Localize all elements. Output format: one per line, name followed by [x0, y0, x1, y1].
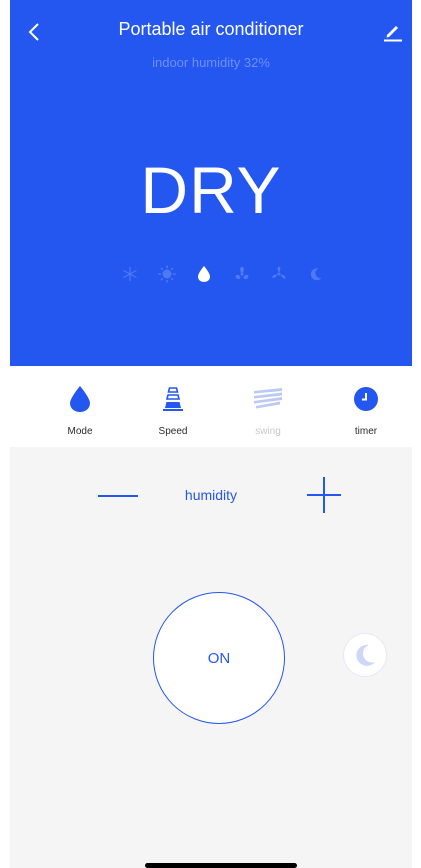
- snowflake-icon[interactable]: [118, 262, 142, 286]
- header-panel: Portable air conditioner indoor humidity…: [10, 0, 412, 366]
- swing-icon: [233, 384, 303, 414]
- speed-cone-icon: [138, 384, 208, 414]
- tab-swing-label: swing: [255, 426, 281, 437]
- sleep-mode-button[interactable]: [343, 633, 387, 677]
- mode-indicator-row: [118, 262, 328, 286]
- edit-pencil-icon[interactable]: [382, 20, 404, 42]
- indoor-humidity-text: indoor humidity 32%: [152, 55, 270, 70]
- water-drop-icon: [45, 384, 115, 414]
- function-tab-bar: Mode Speed swing timer: [10, 366, 412, 447]
- home-indicator: [145, 863, 297, 868]
- moon-icon: [356, 644, 375, 666]
- tab-swing[interactable]: swing: [233, 366, 303, 447]
- water-drop-icon[interactable]: [192, 262, 216, 286]
- tab-speed[interactable]: Speed: [138, 366, 208, 447]
- power-button[interactable]: ON: [153, 592, 285, 724]
- fan-blades-icon[interactable]: [267, 262, 291, 286]
- humidity-increase-button[interactable]: [304, 477, 344, 513]
- power-button-label: ON: [207, 649, 231, 667]
- sun-icon[interactable]: [155, 262, 179, 286]
- page-title: Portable air conditioner: [118, 19, 304, 39]
- current-mode-display: DRY: [140, 153, 282, 227]
- tab-mode[interactable]: Mode: [45, 366, 115, 447]
- tab-timer[interactable]: timer: [331, 366, 401, 447]
- control-panel: humidity ON: [10, 447, 412, 868]
- fan-icon[interactable]: [230, 262, 254, 286]
- tab-mode-label: Mode: [67, 426, 93, 437]
- humidity-label: humidity: [184, 487, 238, 503]
- moon-icon[interactable]: [304, 262, 328, 286]
- tab-speed-label: Speed: [158, 426, 188, 437]
- clock-icon: [331, 384, 401, 414]
- tab-timer-label: timer: [354, 426, 378, 437]
